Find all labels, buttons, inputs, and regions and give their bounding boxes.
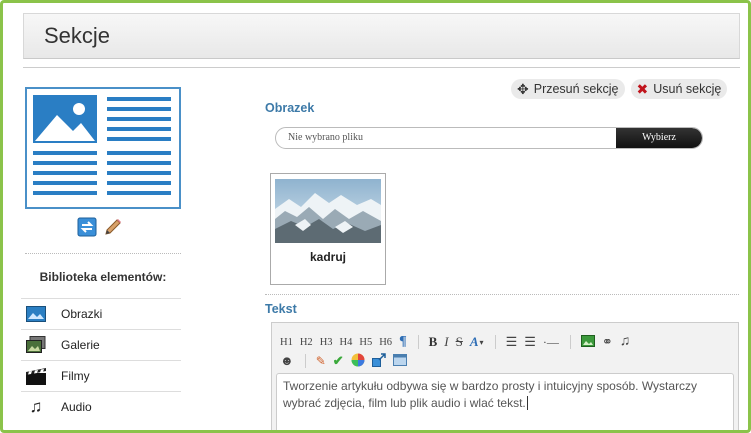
toolbar-separator [304, 354, 306, 368]
library-item-label: Audio [61, 400, 92, 414]
text-cursor [526, 396, 528, 410]
library-item-label: Filmy [61, 369, 90, 383]
heading-6-button[interactable]: H6 [379, 337, 392, 348]
insert-audio-icon[interactable]: ♫ [620, 334, 631, 350]
element-library-list: Obrazki Galerie Filmy ♫ Audio [21, 298, 181, 422]
library-item-audio[interactable]: ♫ Audio [21, 391, 181, 422]
close-icon: ✖ [636, 81, 649, 97]
file-picker: Nie wybrano pliku Wybierz [275, 127, 703, 149]
editor-text-area[interactable]: Tworzenie artykułu odbywa się w bardzo p… [276, 373, 734, 430]
library-item-galleries[interactable]: Galerie [21, 329, 181, 360]
insert-image-icon[interactable] [580, 334, 595, 350]
font-color-icon[interactable]: A [470, 334, 479, 350]
move-arrows-icon: ✥ [517, 81, 529, 97]
gallery-icon [25, 336, 47, 354]
move-section-button[interactable]: ✥ Przesuń sekcję [511, 79, 625, 99]
swap-layout-icon[interactable] [77, 217, 97, 237]
unordered-list-icon[interactable]: ☰ [506, 334, 518, 350]
special-chars-icon[interactable]: ✎ [316, 354, 326, 369]
editor-toolbar-row-1: H1 H2 H3 H4 H5 H6 ¶ B I S A ▾ ☰ ☰ ·— ⚭ ♫ [280, 333, 637, 351]
dotted-divider [25, 253, 181, 254]
spellcheck-icon[interactable]: ✔ [333, 353, 344, 369]
section-actions: ✥ Przesuń sekcję ✖ Usuń sekcję [511, 79, 728, 99]
editor-content: Tworzenie artykułu odbywa się w bardzo p… [283, 379, 698, 410]
bold-icon[interactable]: B [429, 334, 438, 350]
crop-button[interactable]: kadruj [271, 250, 385, 264]
delete-section-label: Usuń sekcję [653, 82, 722, 96]
horizontal-rule-icon[interactable]: ·— [543, 335, 559, 350]
heading-3-button[interactable]: H3 [320, 337, 333, 348]
strikethrough-icon[interactable]: S [456, 334, 463, 350]
link-icon[interactable]: ⚭ [602, 334, 613, 350]
resize-icon[interactable] [371, 352, 386, 370]
paragraph-icon[interactable]: ¶ [399, 334, 407, 350]
fullscreen-icon[interactable] [392, 353, 407, 369]
toolbar-separator [569, 335, 571, 349]
library-item-films[interactable]: Filmy [21, 360, 181, 391]
chevron-down-icon[interactable]: ▾ [480, 338, 484, 347]
library-item-images[interactable]: Obrazki [21, 298, 181, 329]
delete-section-button[interactable]: ✖ Usuń sekcję [630, 79, 728, 99]
color-wheel-icon[interactable] [351, 353, 365, 370]
text-section-label: Tekst [265, 302, 297, 316]
section-layout-thumbnail[interactable] [25, 87, 181, 209]
emoticon-icon[interactable]: ☻ [280, 353, 294, 369]
library-item-label: Obrazki [61, 307, 103, 321]
app-frame: Sekcje ✥ Przesuń sekcję ✖ Usuń sekcję Bi… [0, 0, 751, 433]
image-section-label: Obrazek [265, 101, 315, 115]
film-clapper-icon [25, 367, 47, 385]
choose-file-button[interactable]: Wybierz [616, 128, 702, 148]
heading-5-button[interactable]: H5 [359, 337, 372, 348]
image-preview-card: kadruj [270, 173, 386, 285]
ordered-list-icon[interactable]: ☰ [524, 334, 536, 350]
layout-preview-icon [33, 95, 171, 195]
edit-pencil-icon[interactable] [103, 217, 123, 237]
page-header: Sekcje [23, 13, 740, 59]
heading-2-button[interactable]: H2 [300, 337, 313, 348]
library-item-label: Galerie [61, 338, 100, 352]
thumbnail-tools [77, 217, 123, 237]
page-title: Sekcje [44, 23, 111, 48]
dotted-divider [265, 294, 739, 295]
editor-toolbar-row-2: ☻ ✎ ✔ [280, 352, 414, 370]
toolbar-separator [417, 335, 419, 349]
heading-1-button[interactable]: H1 [280, 337, 293, 348]
italic-icon[interactable]: I [444, 334, 448, 350]
picture-icon [25, 305, 47, 323]
music-notes-icon: ♫ [29, 397, 43, 416]
file-name-field[interactable]: Nie wybrano pliku [276, 128, 616, 148]
move-section-label: Przesuń sekcję [533, 82, 619, 96]
rich-text-editor: H1 H2 H3 H4 H5 H6 ¶ B I S A ▾ ☰ ☰ ·— ⚭ ♫… [271, 322, 739, 430]
mountain-image [275, 179, 381, 243]
divider [23, 67, 740, 68]
library-title: Biblioteka elementów: [39, 270, 167, 284]
toolbar-separator [494, 335, 496, 349]
heading-4-button[interactable]: H4 [340, 337, 353, 348]
